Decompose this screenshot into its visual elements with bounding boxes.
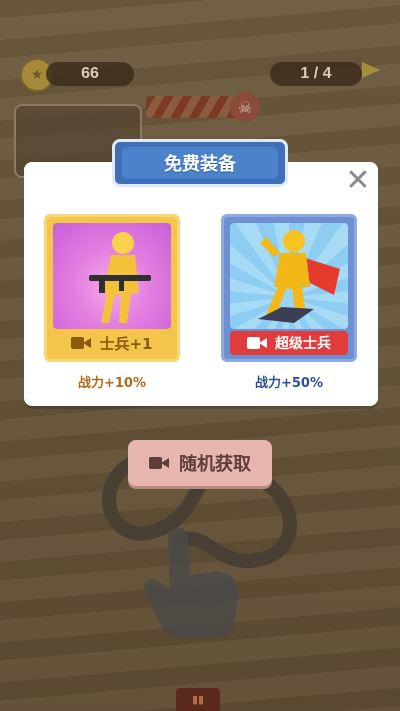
random-get-button[interactable]: 随机获取: [128, 440, 272, 486]
soldier-figure-icon: [89, 232, 151, 323]
soldier-plus-one-label: 士兵+1: [53, 331, 171, 355]
soldier-art: [53, 223, 171, 329]
reward-card-super-soldier[interactable]: 超级士兵: [221, 214, 357, 362]
modal-title-banner: 免费装备: [112, 139, 288, 187]
reward-card-soldier[interactable]: 士兵+1: [44, 214, 180, 362]
close-icon[interactable]: ✕: [342, 166, 374, 198]
level-progress: 1 / 4: [270, 62, 362, 86]
coin-counter: 66: [46, 62, 134, 86]
enemy-health-bar: [146, 96, 236, 118]
pointer-hand-icon: [143, 527, 239, 638]
video-icon: [247, 336, 267, 350]
video-icon: [149, 456, 169, 470]
card-label-text: 超级士兵: [275, 336, 331, 352]
super-soldier-label: 超级士兵: [230, 331, 348, 355]
super-soldier-figure-icon: [258, 230, 340, 323]
power-bonus-left: 战力+10%: [77, 376, 146, 391]
modal-title: 免费装备: [122, 147, 278, 179]
video-icon: [71, 336, 92, 350]
random-button-label: 随机获取: [179, 454, 251, 475]
flag-icon: [362, 62, 380, 78]
power-bonus-right: 战力+50%: [254, 376, 323, 391]
super-soldier-art: [230, 223, 348, 329]
skull-icon: ☠: [230, 92, 260, 122]
card-label-text: 士兵+1: [99, 334, 153, 353]
bottom-tab-item: ▮▮: [176, 688, 220, 711]
